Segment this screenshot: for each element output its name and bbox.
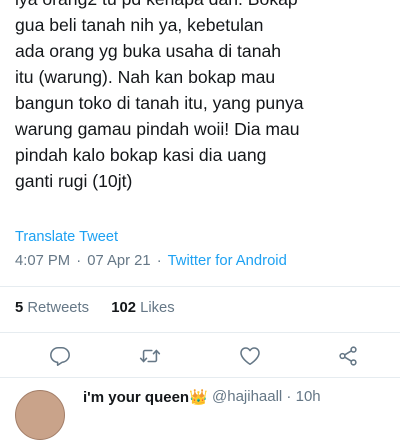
likes-count: 102 — [111, 300, 136, 316]
like-button[interactable] — [237, 344, 263, 368]
tweet-text-line: iya orang2 tu pd kenapa dah. Bokap — [15, 0, 395, 12]
translate-tweet-link[interactable]: Translate Tweet — [15, 229, 118, 245]
tweet-date: 07 Apr 21 — [87, 253, 151, 269]
meta-separator: · — [156, 253, 162, 269]
tweet-text-line: gua beli tanah nih ya, kebetulan — [15, 15, 264, 35]
tweet-stats: 5 Retweets 102 Likes — [15, 300, 175, 316]
tweet-text-line: ganti rugi (10jt) — [15, 171, 133, 191]
tweet-actions-bar — [0, 339, 400, 373]
reply-author-name: i'm your queen👑 — [83, 389, 208, 406]
heart-icon — [240, 347, 260, 366]
tweet-text: iya orang2 tu pd kenapa dah. Bokap gua b… — [15, 0, 395, 194]
share-icon — [339, 346, 357, 366]
divider — [0, 286, 400, 287]
tweet-text-line: ada orang yg buka usaha di tanah — [15, 41, 282, 61]
retweets-stat[interactable]: 5 Retweets — [15, 300, 93, 316]
tweet-text-line: warung gamau pindah woii! Dia mau — [15, 119, 300, 139]
avatar[interactable] — [15, 390, 65, 440]
reply-icon — [50, 346, 70, 366]
divider — [0, 332, 400, 333]
tweet-text-line: bangun toko di tanah itu, yang punya — [15, 93, 304, 113]
share-button[interactable] — [335, 344, 361, 368]
meta-separator: · — [76, 253, 82, 269]
retweet-icon — [139, 349, 161, 363]
reply-button[interactable] — [47, 344, 73, 368]
tweet-text-line: pindah kalo bokap kasi dia uang — [15, 145, 267, 165]
reply-preview[interactable]: i'm your queen👑 @hajihaall · 10h — [0, 378, 400, 440]
tweet-client-link[interactable]: Twitter for Android — [168, 253, 287, 269]
likes-stat[interactable]: 102 Likes — [111, 300, 174, 316]
tweet-time: 4:07 PM — [15, 253, 71, 269]
tweet-text-line: itu (warung). Nah kan bokap mau — [15, 67, 276, 87]
retweets-count: 5 — [15, 300, 24, 316]
tweet-meta: 4:07 PM · 07 Apr 21 · Twitter for Androi… — [15, 253, 287, 269]
retweet-button[interactable] — [137, 344, 163, 368]
reply-author-handle: @hajihaall · 10h — [212, 388, 321, 405]
likes-label: Likes — [140, 300, 175, 316]
retweets-label: Retweets — [27, 300, 90, 316]
